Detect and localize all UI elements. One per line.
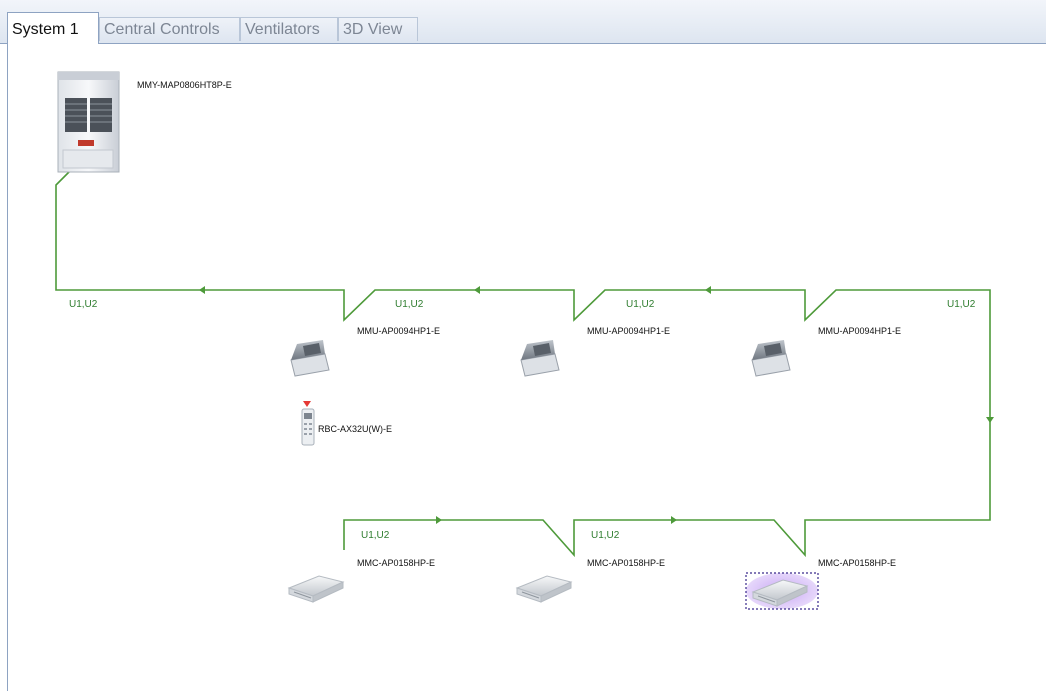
outdoor-unit-model-label: MMY-MAP0806HT8P-E	[137, 80, 232, 90]
cassette-unit-model-label: MMU-AP0094HP1-E	[818, 326, 901, 336]
wiring-diagram: U1,U2 U1,U2 U1,U2 U1,U2 U1,U2 U1,U2 MMY-…	[55, 71, 994, 610]
tab-bar: System 1 Central Controls Ventilators 3D…	[0, 0, 1046, 44]
cassette-unit-icon[interactable]	[520, 340, 560, 377]
tab-central-controls[interactable]: Central Controls	[99, 17, 240, 41]
wire-label: U1,U2	[947, 299, 976, 310]
wire-label: U1,U2	[395, 299, 424, 310]
tab-3d-view[interactable]: 3D View	[338, 17, 418, 41]
wire-label: U1,U2	[69, 299, 98, 310]
system-window: System 1 Central Controls Ventilators 3D…	[0, 0, 1046, 691]
wire-label: U1,U2	[591, 530, 620, 541]
cassette-unit-model-label: MMU-AP0094HP1-E	[587, 326, 670, 336]
ceiling-unit-icon[interactable]	[287, 575, 345, 603]
wiring-diagram-canvas[interactable]: U1,U2 U1,U2 U1,U2 U1,U2 U1,U2 U1,U2 MMY-…	[7, 44, 1046, 691]
ceiling-unit-model-label: MMC-AP0158HP-E	[587, 558, 665, 568]
wire-label: U1,U2	[361, 530, 390, 541]
tab-system-1[interactable]: System 1	[7, 12, 99, 44]
cassette-unit-icon[interactable]	[290, 340, 330, 377]
ceiling-unit-model-label: MMC-AP0158HP-E	[357, 558, 435, 568]
remote-controller-icon[interactable]	[301, 401, 315, 446]
outdoor-unit-icon[interactable]	[57, 71, 120, 173]
wire-label: U1,U2	[626, 299, 655, 310]
ceiling-unit-model-label: MMC-AP0158HP-E	[818, 558, 896, 568]
cassette-unit-icon[interactable]	[751, 340, 791, 377]
selected-ceiling-unit[interactable]	[745, 572, 819, 610]
ceiling-unit-icon[interactable]	[515, 575, 573, 603]
remote-controller-model-label: RBC-AX32U(W)-E	[318, 424, 392, 434]
cassette-unit-model-label: MMU-AP0094HP1-E	[357, 326, 440, 336]
tab-ventilators[interactable]: Ventilators	[240, 17, 338, 41]
wire-arrows	[199, 286, 994, 524]
